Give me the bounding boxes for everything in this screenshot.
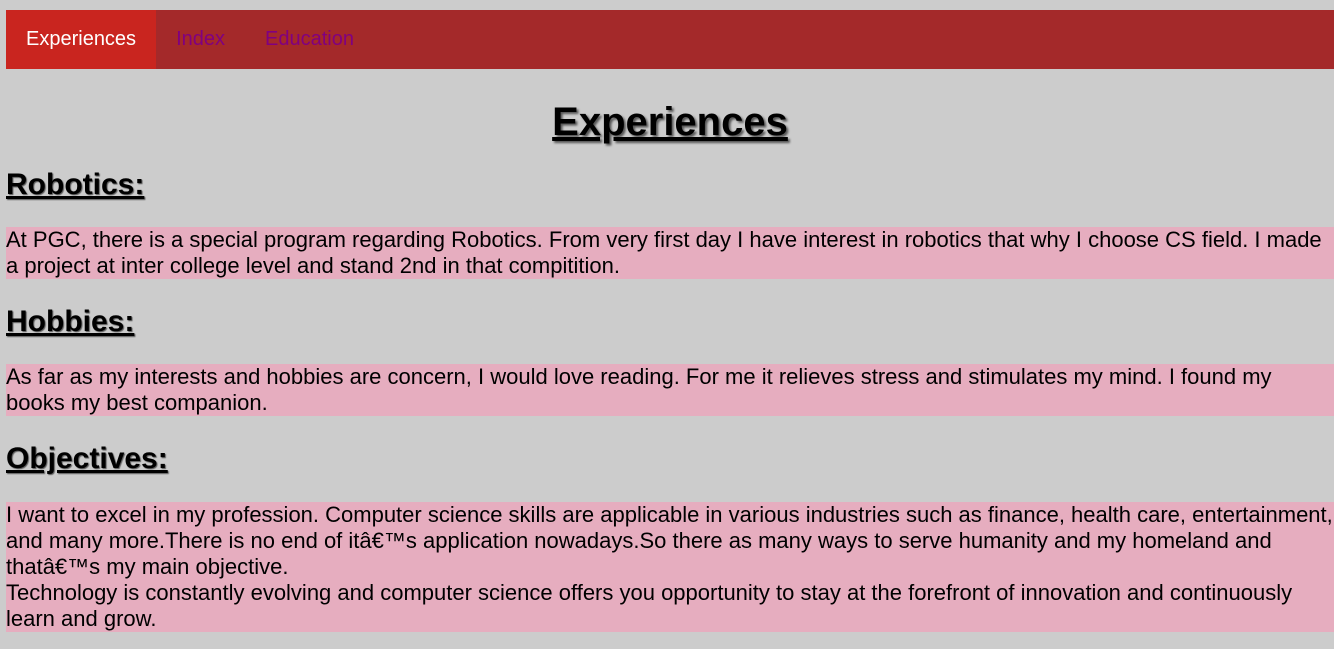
nav-item-index[interactable]: Index (156, 10, 245, 69)
robotics-paragraph: At PGC, there is a special program regar… (6, 227, 1334, 279)
objectives-heading: Objectives: (6, 442, 168, 475)
top-nav: Experiences Index Education (6, 10, 1334, 69)
hobbies-heading: Hobbies: (6, 305, 135, 338)
nav-item-experiences[interactable]: Experiences (6, 10, 157, 69)
robotics-heading: Robotics: (6, 168, 145, 201)
page-title: Experiences (552, 100, 788, 144)
nav-item-education[interactable]: Education (245, 10, 374, 69)
hobbies-paragraph: As far as my interests and hobbies are c… (6, 364, 1334, 416)
objectives-paragraph: I want to excel in my profession. Comput… (6, 502, 1334, 632)
objectives-text-line-2: Technology is constantly evolving and co… (6, 580, 1293, 631)
objectives-text-line-1: I want to excel in my profession. Comput… (6, 502, 1333, 579)
